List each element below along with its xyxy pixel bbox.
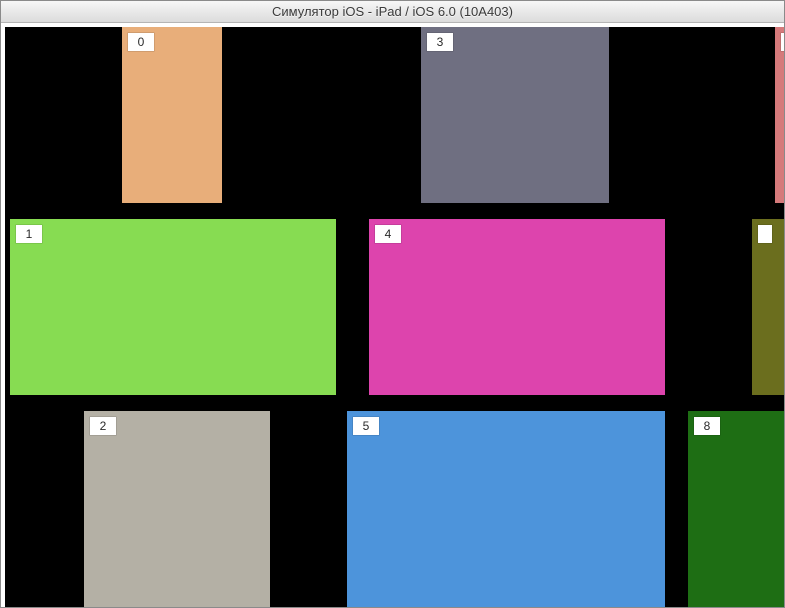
tile-index-badge	[758, 225, 772, 243]
grid-tile[interactable]: 8	[688, 411, 784, 607]
grid-tile[interactable]: 2	[84, 411, 270, 607]
grid-tile[interactable]	[775, 27, 784, 203]
simulator-window: Симулятор iOS - iPad / iOS 6.0 (10A403) …	[0, 0, 785, 608]
simulator-canvas[interactable]: 0 3 1 4 2 5 8	[5, 27, 784, 607]
tile-index-badge: 0	[128, 33, 154, 51]
tile-index-badge	[781, 33, 784, 51]
grid-tile[interactable]: 3	[421, 27, 609, 203]
tile-index-badge: 1	[16, 225, 42, 243]
tile-index-badge: 4	[375, 225, 401, 243]
tile-index-badge: 3	[427, 33, 453, 51]
window-content: 0 3 1 4 2 5 8	[1, 23, 784, 607]
grid-tile[interactable]	[752, 219, 784, 395]
window-title: Симулятор iOS - iPad / iOS 6.0 (10A403)	[272, 4, 513, 19]
tile-index-badge: 5	[353, 417, 379, 435]
grid-tile[interactable]: 1	[10, 219, 336, 395]
tile-index-badge: 2	[90, 417, 116, 435]
tile-index-badge: 8	[694, 417, 720, 435]
grid-tile[interactable]: 0	[122, 27, 222, 203]
window-titlebar[interactable]: Симулятор iOS - iPad / iOS 6.0 (10A403)	[1, 1, 784, 23]
grid-tile[interactable]: 4	[369, 219, 665, 395]
grid-tile[interactable]: 5	[347, 411, 665, 607]
